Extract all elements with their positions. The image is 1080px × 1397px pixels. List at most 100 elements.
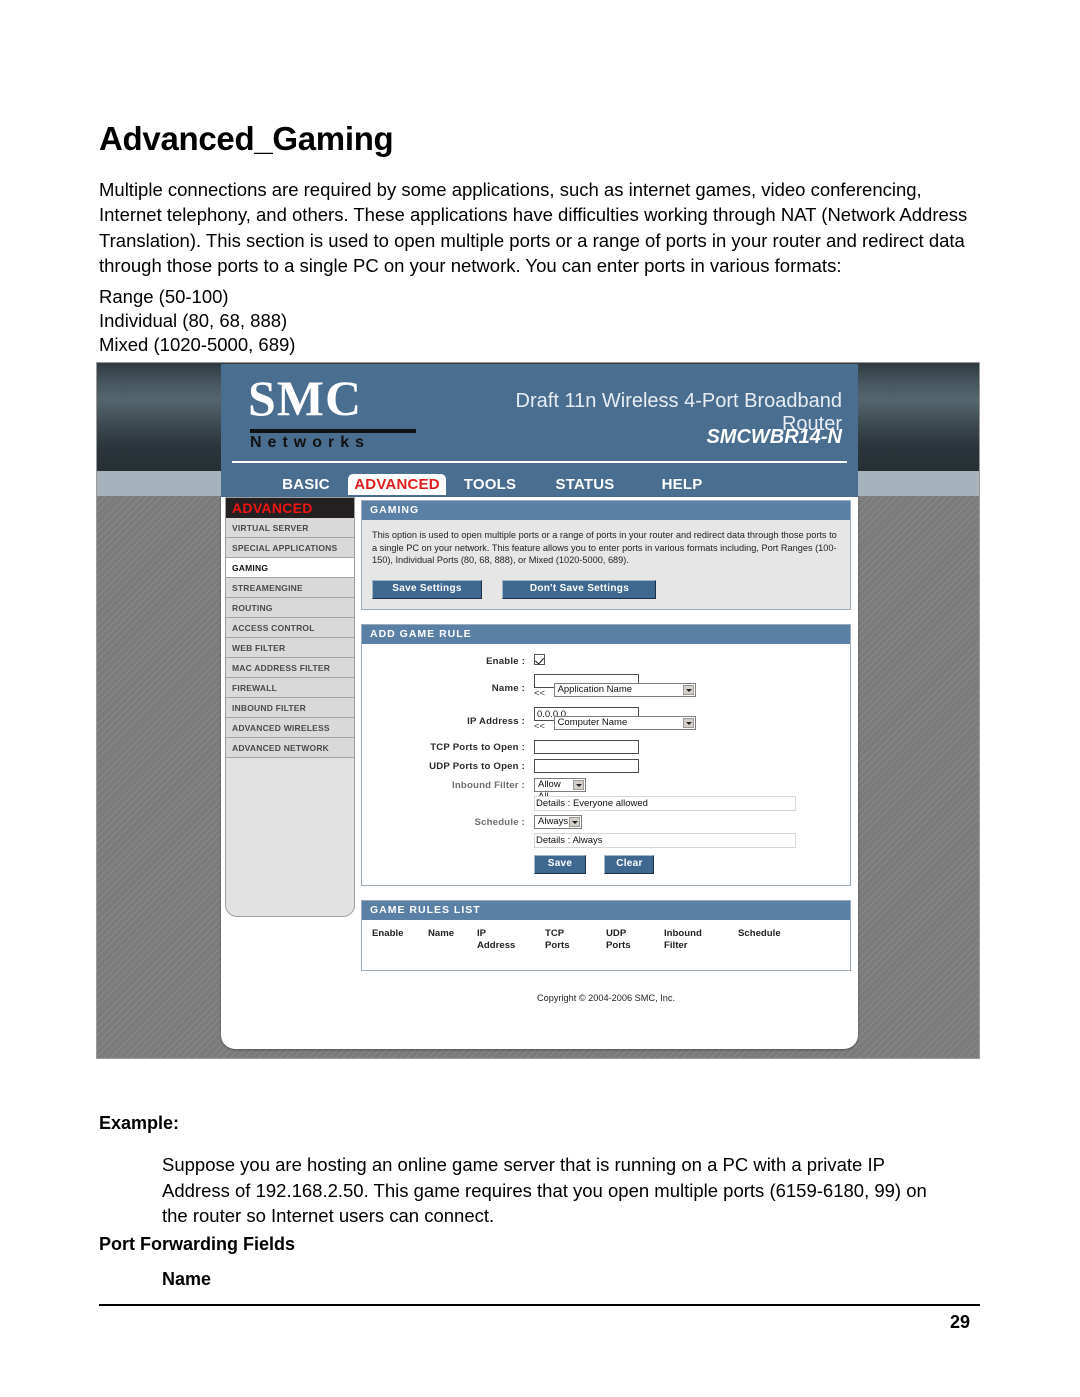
form-row-schedule-details: Details : Always [362,832,850,850]
column-inbound-line2: Filter [664,939,688,951]
sidebar-item-special-applications[interactable]: SPECIAL APPLICATIONS [226,538,354,558]
sidebar-item-firewall[interactable]: FIREWALL [226,678,354,698]
tcp-ports-label: TCP Ports to Open : [430,741,525,753]
router-admin-ui: SMC Networks Draft 11n Wireless 4-Port B… [221,364,858,1049]
add-game-rule-title: ADD GAME RULE [362,624,850,644]
nav-tab-tools[interactable]: TOOLS [452,474,528,495]
enable-label: Enable : [486,655,525,667]
sidebar-heading: ADVANCED [226,498,354,518]
enable-control [534,652,545,670]
page-number: 29 [949,1312,971,1332]
nav-tab-advanced[interactable]: ADVANCED [348,474,446,495]
inbound-details-value: Everyone allowed [572,797,648,809]
advanced-sidebar: ADVANCED VIRTUAL SERVER SPECIAL APPLICAT… [225,497,355,917]
computer-name-select[interactable]: Computer Name [553,715,696,730]
schedule-details-value: Always [572,834,603,846]
document-page: Advanced_Gaming Multiple connections are… [0,0,1080,1397]
game-rules-list-title: GAME RULES LIST [362,900,850,920]
port-formats-list: Range (50-100) Individual (80, 68, 888) … [99,285,599,357]
udp-ports-label: UDP Ports to Open : [429,760,525,772]
sidebar-item-streamengine[interactable]: STREAMENGINE [226,578,354,598]
sidebar-item-web-filter[interactable]: WEB FILTER [226,638,354,658]
example-heading: Example: [99,1113,180,1133]
column-name: Name [428,927,455,939]
form-row-ip-select: IP Address : << Computer Name [362,715,850,734]
nav-tab-help[interactable]: HELP [649,474,715,495]
content-column: GAMING This option is used to open multi… [361,500,851,1003]
nav-tab-status[interactable]: STATUS [543,474,627,495]
intro-paragraph: Multiple connections are required by som… [99,178,968,277]
logo-divider [250,429,416,433]
schedule-select-value: Always [538,815,569,827]
column-udp-line2: Ports [606,939,631,951]
application-name-select-value: Application Name [557,683,633,695]
column-udp-line1: UDP [606,927,627,939]
name-select-control: << Application Name [534,682,696,701]
gaming-button-row: Save Settings Don't Save Settings [372,578,840,599]
inbound-details-label-text: Details : [536,797,571,809]
format-individual: Individual (80, 68, 888) [99,310,288,331]
game-rules-list-body: Enable Name IP Address TCP Ports UDP Por… [362,920,850,970]
sidebar-item-virtual-server[interactable]: VIRTUAL SERVER [226,518,354,538]
sidebar-item-inbound-filter[interactable]: INBOUND FILTER [226,698,354,718]
inbound-details-label: Details : Everyone allowed [534,796,648,811]
computer-name-select-control: << Computer Name [534,715,696,734]
main-navigation: BASIC ADVANCED TOOLS STATUS HELP [221,470,858,497]
sidebar-item-access-control[interactable]: ACCESS CONTROL [226,618,354,638]
ip-address-label: IP Address : [467,715,525,727]
gaming-panel: GAMING This option is used to open multi… [361,500,851,610]
inbound-filter-select[interactable]: Allow All [534,777,586,802]
tcp-ports-input[interactable] [534,739,639,754]
gaming-panel-body: This option is used to open multiple por… [362,520,850,609]
footer-divider [99,1304,980,1306]
add-game-rule-form: Enable : Name : << Application Name 0.0.… [362,644,850,885]
page-title: Advanced_Gaming [99,120,394,158]
dont-save-settings-button[interactable]: Don't Save Settings [502,579,657,599]
sidebar-item-advanced-network[interactable]: ADVANCED NETWORK [226,738,354,758]
inbound-filter-label: Inbound Filter : [451,779,525,791]
name-arrows-label: << [534,687,546,699]
gaming-description: This option is used to open multiple por… [372,530,837,566]
smc-logo: SMC [248,370,363,426]
form-row-enable: Enable : [362,652,850,671]
nav-tab-basic[interactable]: BASIC [270,474,342,495]
udp-ports-input[interactable] [534,758,639,773]
save-button[interactable]: Save [534,854,586,874]
sidebar-item-advanced-wireless[interactable]: ADVANCED WIRELESS [226,718,354,738]
example-paragraph: Suppose you are hosting an online game s… [162,1154,927,1226]
schedule-details-label-text: Details : [536,834,571,846]
chevron-down-icon [573,779,584,790]
clear-button[interactable]: Clear [604,854,655,874]
sidebar-item-mac-address-filter[interactable]: MAC ADDRESS FILTER [226,658,354,678]
sidebar-item-routing[interactable]: ROUTING [226,598,354,618]
copyright-text: Copyright © 2004-2006 SMC, Inc. [536,992,675,1003]
column-inbound-line1: Inbound [664,927,702,939]
ip-arrows-label: << [534,720,546,732]
header-underline [232,461,847,463]
enable-checkbox[interactable] [534,653,545,665]
form-actions: Save Clear [534,853,655,874]
router-screenshot: SMC Networks Draft 11n Wireless 4-Port B… [96,362,980,1059]
form-row-actions: Save Clear [362,853,850,875]
router-body: ADVANCED VIRTUAL SERVER SPECIAL APPLICAT… [221,497,858,1049]
format-mixed: Mixed (1020-5000, 689) [99,334,296,355]
add-game-rule-panel: ADD GAME RULE Enable : Name: << Applica… [361,623,851,886]
computer-name-select-value: Computer Name [557,716,628,728]
schedule-control: Always [534,814,582,833]
application-name-select[interactable]: Application Name [553,682,696,697]
sidebar-item-gaming[interactable]: GAMING [226,558,354,578]
schedule-select[interactable]: Always [534,814,582,829]
column-enable: Enable [372,927,404,939]
form-row-schedule: Schedule : Always [362,813,850,832]
router-sku: SMCWBR14-N [706,426,842,448]
column-tcp-line2: Ports [545,939,570,951]
smc-networks-label: Networks [250,434,371,451]
column-tcp-line1: TCP [545,927,565,939]
form-row-inbound-filter: Inbound Filter : Allow All [362,776,850,802]
save-settings-button[interactable]: Save Settings [372,579,482,599]
chevron-down-icon [682,717,694,728]
router-header: SMC Networks Draft 11n Wireless 4-Port B… [221,364,858,470]
column-schedule: Schedule [738,927,781,939]
form-row-inbound-details: Details : Everyone allowed [362,795,850,813]
form-row-udp: UDP Ports to Open : [362,757,850,776]
